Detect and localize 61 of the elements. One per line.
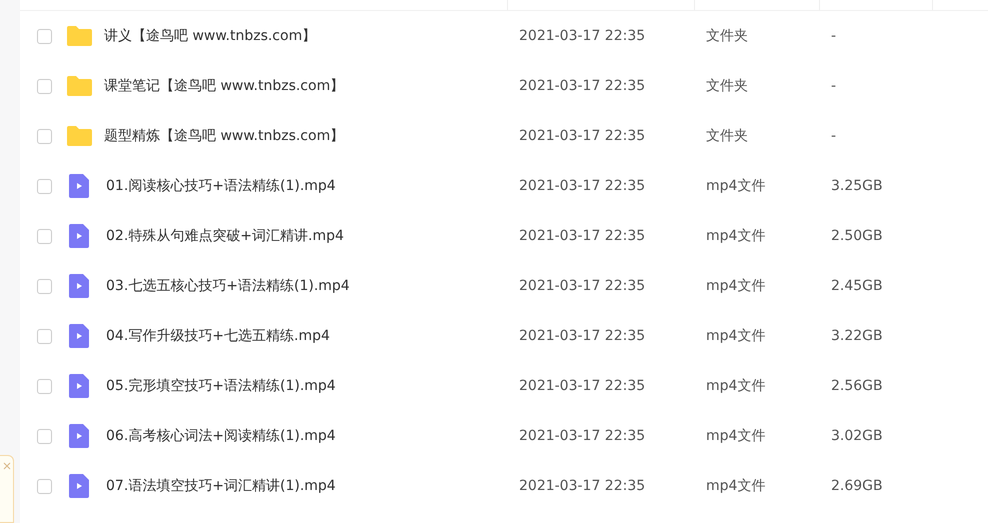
file-name[interactable]: 01.阅读核心技巧+语法精练(1).mp4 [106, 177, 336, 195]
modified-date: 2021-03-17 22:35 [518, 428, 646, 444]
file-type: mp4文件 [705, 177, 766, 195]
file-size: 2.56GB [830, 378, 884, 394]
file-type: mp4文件 [705, 277, 766, 295]
file-size: - [830, 128, 838, 144]
file-size: - [830, 28, 838, 44]
file-size: 3.02GB [830, 428, 884, 444]
folder-icon [67, 76, 92, 96]
file-name[interactable]: 07.语法填空技巧+词汇精讲(1).mp4 [106, 477, 336, 495]
file-type: 文件夹 [705, 77, 749, 95]
file-size: 2.45GB [830, 278, 884, 294]
file-type: mp4文件 [705, 227, 766, 245]
close-icon[interactable] [2, 462, 10, 470]
video-file-icon [69, 324, 89, 348]
file-size: 2.69GB [830, 478, 884, 494]
modified-date: 2021-03-17 22:35 [518, 328, 646, 344]
video-file-icon [69, 424, 89, 448]
video-file-icon [69, 374, 89, 398]
modified-date: 2021-03-17 22:35 [518, 278, 646, 294]
modified-date: 2021-03-17 22:35 [518, 478, 646, 494]
modified-date: 2021-03-17 22:35 [518, 378, 646, 394]
file-name[interactable]: 06.高考核心词法+阅读精练(1).mp4 [106, 427, 336, 445]
folder-icon [67, 26, 92, 46]
checkbox[interactable] [37, 28, 52, 44]
modified-date: 2021-03-17 22:35 [518, 178, 646, 194]
file-name[interactable]: 02.特殊从句难点突破+词汇精讲.mp4 [106, 227, 344, 245]
checkbox[interactable] [37, 228, 52, 244]
file-type: mp4文件 [705, 377, 766, 395]
file-size: 2.50GB [830, 228, 884, 244]
file-name[interactable]: 课堂笔记【途鸟吧 www.tnbzs.com】 [104, 77, 344, 95]
folder-icon [67, 126, 92, 146]
video-file-icon [69, 174, 89, 198]
file-name[interactable]: 04.写作升级技巧+七选五精练.mp4 [106, 327, 330, 345]
file-name[interactable]: 题型精炼【途鸟吧 www.tnbzs.com】 [104, 127, 344, 145]
file-name[interactable]: 03.七选五核心技巧+语法精练(1).mp4 [106, 277, 350, 295]
file-type: mp4文件 [705, 477, 766, 495]
file-size: - [830, 78, 838, 94]
checkbox[interactable] [37, 128, 52, 144]
modified-date: 2021-03-17 22:35 [518, 228, 646, 244]
file-name[interactable]: 05.完形填空技巧+语法精练(1).mp4 [106, 377, 336, 395]
file-size: 3.22GB [830, 328, 884, 344]
video-file-icon [69, 274, 89, 298]
modified-date: 2021-03-17 22:35 [518, 78, 646, 94]
checkbox[interactable] [37, 428, 52, 444]
checkbox[interactable] [37, 178, 52, 194]
file-type: mp4文件 [705, 427, 766, 445]
video-file-icon [69, 224, 89, 248]
file-name[interactable]: 讲义【途鸟吧 www.tnbzs.com】 [104, 27, 316, 45]
video-file-icon [69, 474, 89, 498]
file-type: mp4文件 [705, 327, 766, 345]
checkbox[interactable] [37, 478, 52, 494]
modified-date: 2021-03-17 22:35 [518, 128, 646, 144]
checkbox[interactable] [37, 378, 52, 394]
modified-date: 2021-03-17 22:35 [518, 28, 646, 44]
checkbox[interactable] [37, 278, 52, 294]
file-size: 3.25GB [830, 178, 884, 194]
checkbox[interactable] [37, 328, 52, 344]
checkbox[interactable] [37, 78, 52, 94]
file-type: 文件夹 [705, 127, 749, 145]
file-type: 文件夹 [705, 27, 749, 45]
